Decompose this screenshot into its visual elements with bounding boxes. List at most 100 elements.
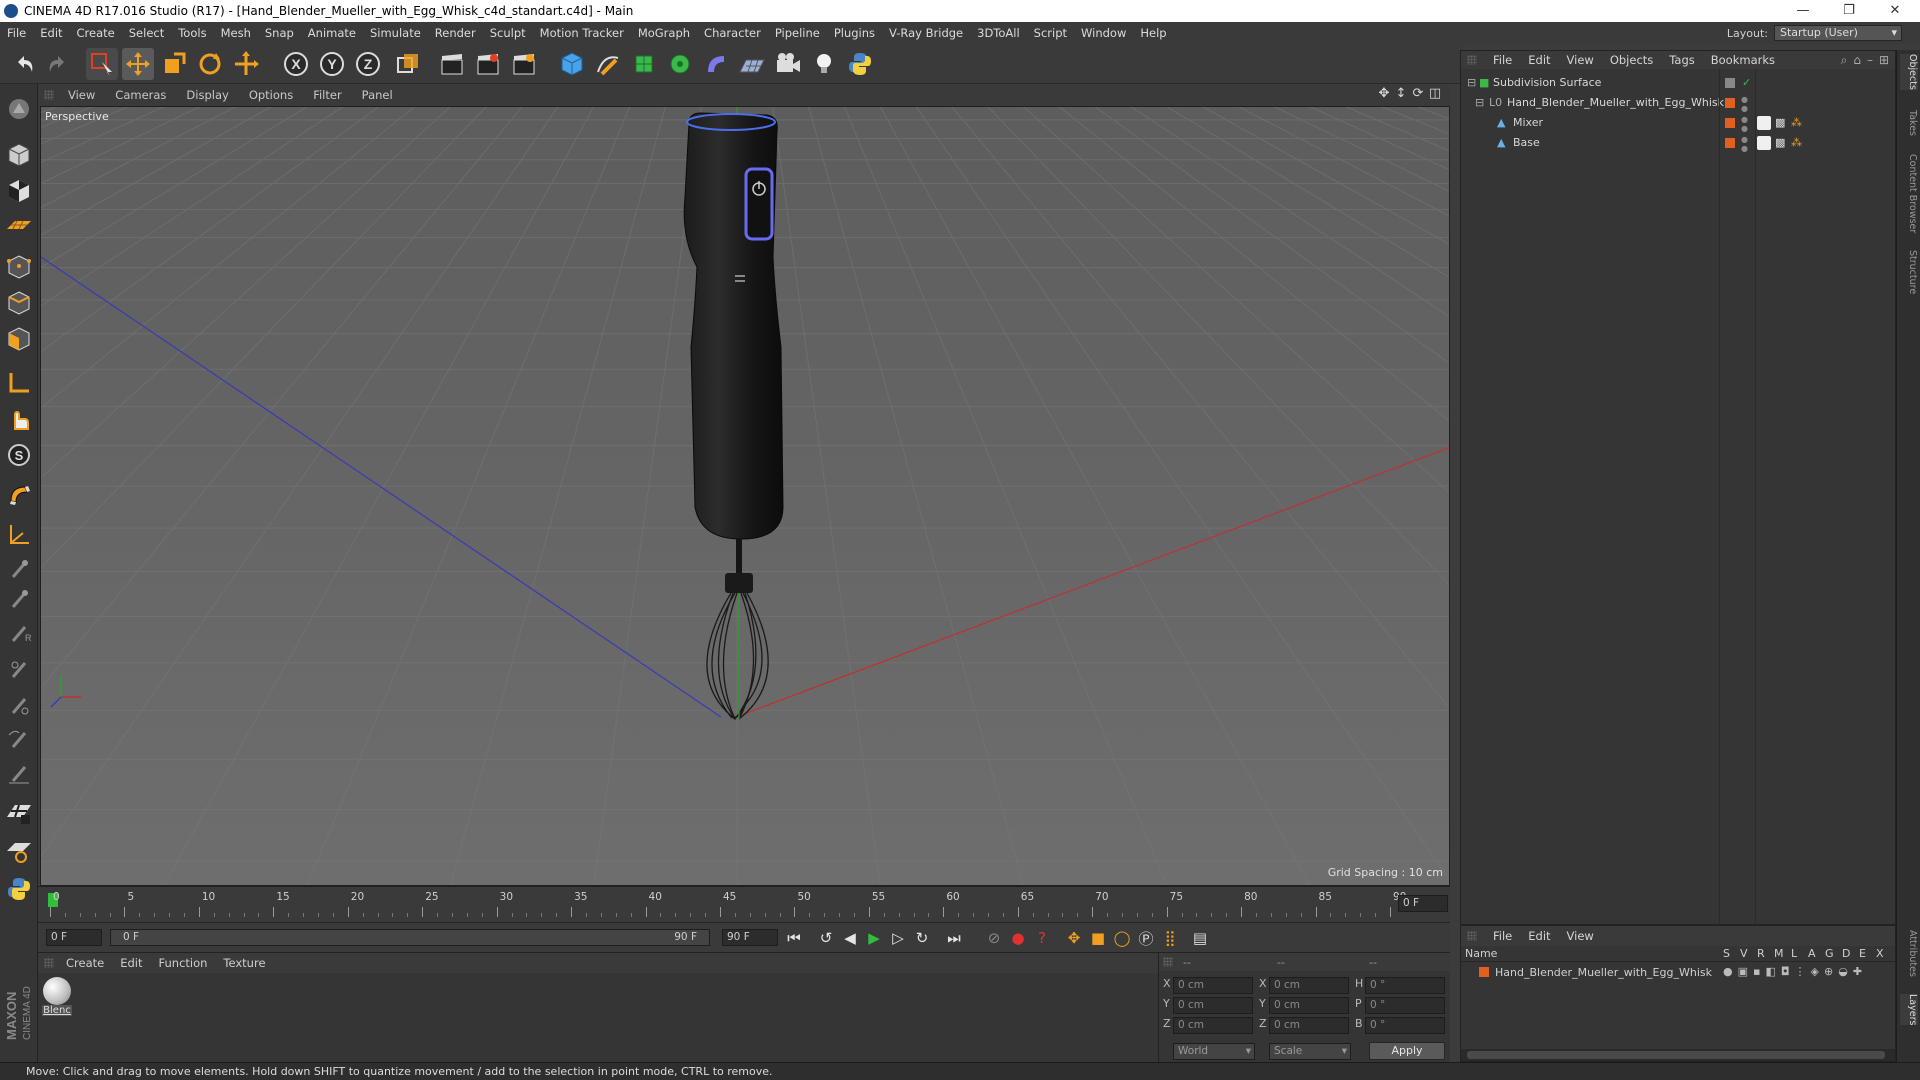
grid-layout-button[interactable] (3, 798, 35, 828)
material-panel-grip[interactable] (44, 958, 54, 968)
tab-objects[interactable]: Objects (1900, 54, 1918, 90)
menu-help[interactable]: Help (1133, 26, 1173, 40)
texture-tag-icon[interactable]: ▩ (1775, 113, 1785, 133)
menu-edit[interactable]: Edit (33, 26, 69, 40)
timeline-window-button[interactable]: ▤ (1188, 927, 1212, 949)
material-swatch[interactable]: Blenc (42, 977, 72, 1016)
dynamics-button[interactable] (3, 836, 35, 866)
material-menu-edit[interactable]: Edit (112, 956, 150, 970)
record-keys-button[interactable]: ● (1006, 927, 1030, 949)
tab-attributes[interactable]: Attributes (1900, 930, 1918, 977)
previous-key-button[interactable]: ↺ (814, 927, 838, 949)
expand-panel-icon[interactable]: ⊞ (1879, 53, 1889, 68)
menu-file[interactable]: File (0, 26, 33, 40)
points-mode-button[interactable] (3, 252, 35, 282)
inflate-brush-button[interactable] (3, 724, 35, 754)
tab-content-browser[interactable]: Content Browser (1900, 154, 1918, 233)
tab-structure[interactable]: Structure (1900, 250, 1918, 294)
toggle-panel-icon[interactable]: ◫ (1428, 87, 1442, 101)
edges-mode-button[interactable] (3, 288, 35, 318)
collapse-icon[interactable]: ⊟ (1467, 73, 1476, 93)
object-panel-grip[interactable] (1467, 55, 1477, 65)
horizontal-scrollbar[interactable] (1461, 1049, 1895, 1061)
menu-character[interactable]: Character (697, 26, 768, 40)
add-light-button[interactable] (808, 48, 840, 80)
perspective-viewport[interactable]: Perspective Grid Spacing : 10 cm (40, 106, 1450, 886)
add-deformer-button[interactable] (700, 48, 732, 80)
menu-mesh[interactable]: Mesh (214, 26, 258, 40)
viewport-menu-view[interactable]: View (58, 88, 105, 102)
visibility-dots-icon[interactable]: ● ● (1741, 95, 1748, 113)
tab-takes[interactable]: Takes (1900, 110, 1918, 136)
rotate-tool-button[interactable] (194, 48, 226, 80)
smooth-brush-button[interactable] (3, 654, 35, 684)
render-view-button[interactable] (436, 48, 468, 80)
go-to-start-button[interactable]: ⏮ (782, 927, 806, 949)
polygons-mode-button[interactable] (3, 324, 35, 354)
size-y-field[interactable]: 0 cm (1269, 997, 1349, 1014)
next-frame-button[interactable]: ▷ (886, 927, 910, 949)
menu-mograph[interactable]: MoGraph (631, 26, 697, 40)
move-tool-button[interactable] (122, 48, 154, 80)
menu-create[interactable]: Create (70, 26, 122, 40)
render-picture-viewer-button[interactable] (472, 48, 504, 80)
add-cube-button[interactable] (556, 48, 588, 80)
tab-layers[interactable]: Layers (1900, 994, 1918, 1026)
snapping-button[interactable] (3, 480, 35, 510)
object-row-mixer[interactable]: ▲ Mixer ● ● ▩ ⁂ (1461, 113, 1895, 133)
key-scale-button[interactable]: ■ (1086, 927, 1110, 949)
sculpt-brush-button[interactable] (3, 584, 35, 614)
menu-animate[interactable]: Animate (301, 26, 363, 40)
redo-button[interactable] (42, 48, 74, 80)
menu-window[interactable]: Window (1074, 26, 1133, 40)
object-menu-edit[interactable]: Edit (1520, 53, 1558, 67)
make-editable-button[interactable] (3, 94, 35, 124)
axis-y-lock-button[interactable]: Y (316, 48, 348, 80)
collapse-icon[interactable]: ⊟ (1475, 93, 1484, 113)
layer-row[interactable]: Hand_Blender_Mueller_with_Egg_Whisk ●▣▪◧… (1461, 964, 1895, 982)
menu-vray-bridge[interactable]: V-Ray Bridge (882, 26, 970, 40)
layout-dropdown[interactable]: Startup (User) ▾ (1774, 25, 1902, 41)
texture-tag-icon[interactable]: ▩ (1775, 133, 1785, 153)
axis-z-lock-button[interactable]: Z (352, 48, 384, 80)
go-to-end-button[interactable]: ⏭ (942, 927, 966, 949)
motion-record-button[interactable]: ⊘ (982, 927, 1006, 949)
python-script-button[interactable] (844, 48, 876, 80)
max-time-field[interactable]: 90 F (722, 929, 778, 946)
live-selection-button[interactable] (86, 48, 118, 80)
object-row-base[interactable]: ▲ Base ● ● ▩ ⁂ (1461, 133, 1895, 153)
timeline-ruler[interactable]: 051015202530354045505560657075808590 0 F (38, 886, 1450, 922)
menu-motion-tracker[interactable]: Motion Tracker (533, 26, 631, 40)
lock-workplane-button[interactable] (3, 554, 35, 584)
menu-sculpt[interactable]: Sculpt (483, 26, 533, 40)
close-button[interactable]: ✕ (1872, 0, 1918, 22)
size-z-field[interactable]: 0 cm (1269, 1017, 1349, 1034)
minimize-button[interactable]: — (1780, 0, 1826, 22)
object-menu-view[interactable]: View (1559, 53, 1602, 67)
search-icon[interactable]: ⌕ (1841, 53, 1848, 68)
viewport-menu-cameras[interactable]: Cameras (105, 88, 176, 102)
add-spline-button[interactable] (592, 48, 624, 80)
pan-view-icon[interactable]: ✥ (1377, 87, 1391, 101)
autokey-button[interactable]: ? (1030, 927, 1054, 949)
size-x-field[interactable]: 0 cm (1269, 977, 1349, 994)
add-floor-button[interactable] (736, 48, 768, 80)
position-x-field[interactable]: 0 cm (1173, 977, 1253, 994)
add-camera-button[interactable] (772, 48, 804, 80)
dolly-view-icon[interactable]: ↕ (1394, 87, 1408, 101)
layer-menu-view[interactable]: View (1559, 929, 1602, 943)
visibility-dots-icon[interactable]: ● ● (1741, 135, 1748, 153)
viewport-menu-display[interactable]: Display (176, 88, 238, 102)
menu-plugins[interactable]: Plugins (827, 26, 882, 40)
menu-tools[interactable]: Tools (171, 26, 213, 40)
transform-mode-dropdown[interactable]: Scale ▾ (1269, 1043, 1351, 1060)
add-array-button[interactable] (664, 48, 696, 80)
rotation-h-field[interactable]: 0 ° (1365, 977, 1445, 994)
workplane-mode-button[interactable] (3, 210, 35, 240)
key-pla-button[interactable]: ⣿ (1158, 927, 1182, 949)
object-row-subdivision-surface[interactable]: ⊟ ■ Subdivision Surface ✓ (1461, 73, 1895, 93)
material-menu-function[interactable]: Function (151, 956, 216, 970)
min-time-field[interactable]: 0 F (46, 929, 102, 946)
object-row-hand-blender[interactable]: ⊟ L0 Hand_Blender_Mueller_with_Egg_Whisk… (1461, 93, 1895, 113)
key-parameter-button[interactable]: Ⓟ (1134, 927, 1158, 949)
